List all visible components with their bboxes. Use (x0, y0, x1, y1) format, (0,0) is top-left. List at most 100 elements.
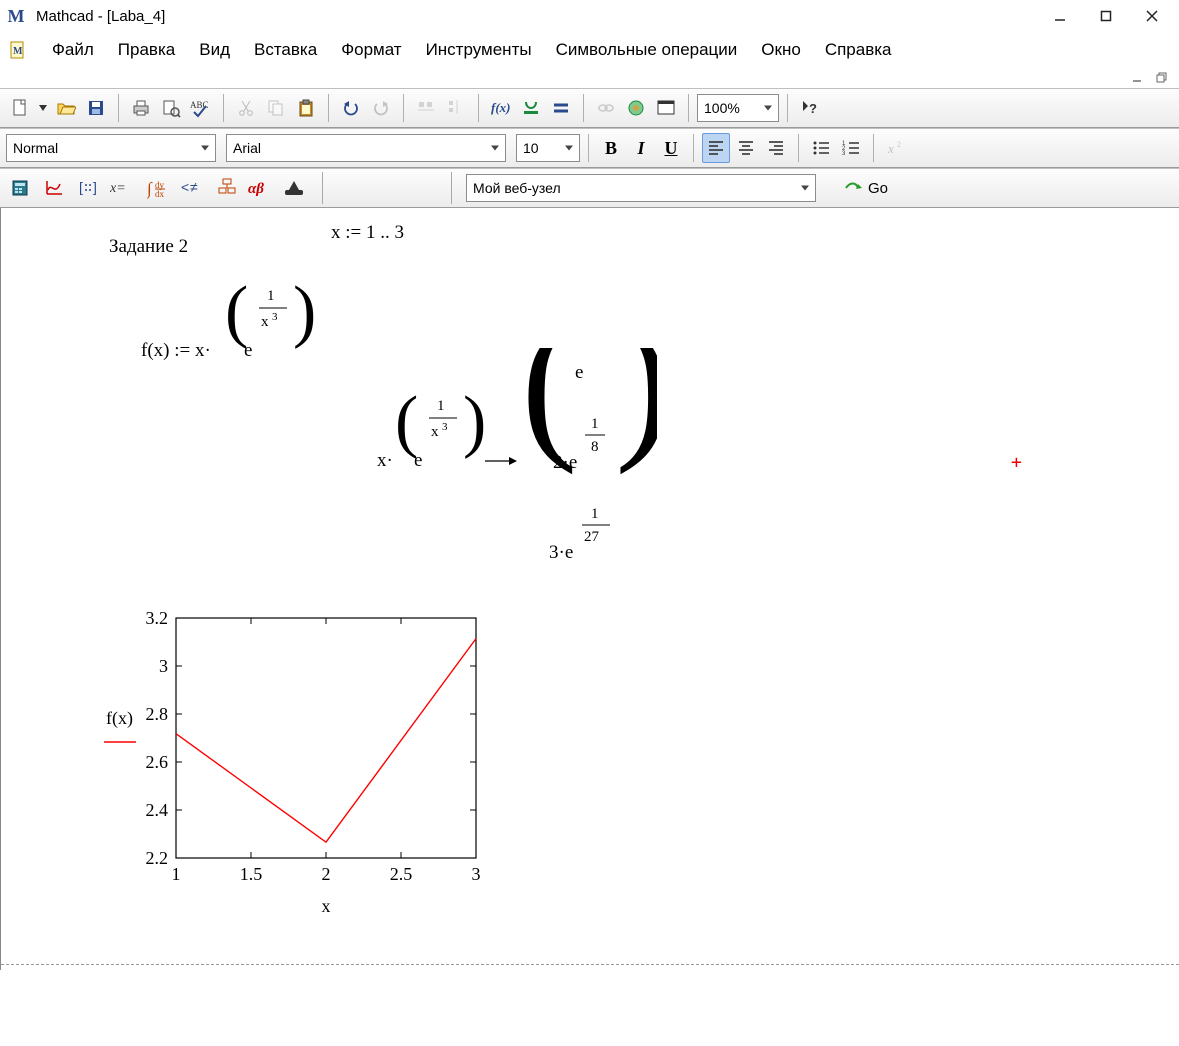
window-title: Mathcad - [Laba_4] (36, 8, 165, 25)
italic-button[interactable]: I (627, 133, 655, 163)
bullet-list-button[interactable] (807, 133, 835, 163)
svg-text:x=: x= (110, 181, 126, 196)
numbered-list-button[interactable]: 123 (837, 133, 865, 163)
align-regions-button[interactable] (412, 93, 440, 123)
calculus-toolbar-button[interactable]: ∫dydx (144, 173, 172, 203)
calculate-button[interactable] (547, 93, 575, 123)
page-break-indicator (1, 950, 1179, 970)
boolean-toolbar-button[interactable]: <≠ (178, 173, 206, 203)
mdi-minimize-button[interactable] (1129, 69, 1147, 87)
component-button[interactable] (622, 93, 650, 123)
graph-toolbar-button[interactable] (40, 173, 68, 203)
svg-text:1: 1 (591, 506, 599, 522)
calculator-toolbar-button[interactable] (6, 173, 34, 203)
separator-icon (451, 172, 452, 204)
mdi-restore-button[interactable] (1153, 69, 1171, 87)
zoom-select[interactable]: 100% (697, 94, 779, 122)
programming-toolbar-button[interactable] (212, 173, 240, 203)
matrix-toolbar-button[interactable]: [] (74, 173, 102, 203)
symbolic-toolbar-button[interactable] (280, 173, 308, 203)
svg-text:1.5: 1.5 (240, 864, 263, 884)
menu-symbolics[interactable]: Символьные операции (544, 36, 750, 64)
svg-text:x: x (431, 424, 439, 440)
go-label: Go (868, 180, 888, 197)
task-title-region[interactable]: Задание 2 (109, 236, 188, 258)
save-button[interactable] (82, 93, 110, 123)
help-context-button[interactable]: ? (796, 93, 824, 123)
minimize-button[interactable] (1037, 1, 1083, 31)
close-button[interactable] (1129, 1, 1175, 31)
svg-text:x: x (261, 314, 269, 330)
cut-button[interactable] (232, 93, 260, 123)
svg-text:2: 2 (897, 140, 901, 149)
open-button[interactable] (52, 93, 80, 123)
svg-text:<: < (181, 179, 189, 195)
plot-region[interactable]: 11.522.532.22.42.62.833.2xf(x) (96, 608, 496, 918)
greek-toolbar-button[interactable]: αβ (246, 173, 274, 203)
svg-text:1: 1 (437, 398, 445, 414)
evaluation-toolbar-button[interactable]: x= (108, 173, 138, 203)
fullscreen-button[interactable] (652, 93, 680, 123)
svg-text:M: M (13, 46, 23, 57)
align-down-button[interactable] (442, 93, 470, 123)
menu-help[interactable]: Справка (813, 36, 904, 64)
svg-text:3: 3 (472, 864, 481, 884)
maximize-button[interactable] (1083, 1, 1129, 31)
insert-unit-button[interactable] (517, 93, 545, 123)
print-button[interactable] (127, 93, 155, 123)
menu-format[interactable]: Формат (329, 36, 413, 64)
svg-text:x: x (322, 896, 331, 916)
separator-icon (588, 134, 589, 162)
align-center-button[interactable] (732, 133, 760, 163)
paste-button[interactable] (292, 93, 320, 123)
document-icon: M (6, 38, 30, 62)
font-size-select[interactable]: 10 (516, 134, 580, 162)
separator-icon (693, 134, 694, 162)
style-select[interactable]: Normal (6, 134, 216, 162)
menu-view[interactable]: Вид (187, 36, 242, 64)
worksheet[interactable]: Задание 2 x := 1 .. 3 f(x) := x· ( ) e 1… (0, 208, 1179, 970)
svg-text:e: e (244, 340, 252, 361)
svg-text:e: e (575, 362, 583, 383)
svg-text:3: 3 (159, 656, 168, 676)
svg-text:αβ: αβ (248, 181, 264, 197)
align-left-button[interactable] (702, 133, 730, 163)
go-button[interactable]: Go (838, 173, 894, 203)
bold-button[interactable]: B (597, 133, 625, 163)
web-address-select[interactable]: Мой веб-узел (466, 174, 816, 202)
hyperlink-button[interactable] (592, 93, 620, 123)
svg-text:): ) (615, 348, 657, 475)
copy-button[interactable] (262, 93, 290, 123)
svg-text:): ) (293, 278, 316, 350)
underline-button[interactable]: U (657, 133, 685, 163)
svg-text:f(x) := x·: f(x) := x· (141, 340, 211, 361)
standard-toolbar: ABC f(x) 100% ? (0, 88, 1179, 128)
x-range-region[interactable]: x := 1 .. 3 (331, 222, 404, 244)
undo-button[interactable] (337, 93, 365, 123)
insertion-cursor-icon: + (1011, 452, 1022, 473)
font-value: Arial (233, 140, 261, 156)
fx-definition-region[interactable]: f(x) := x· ( ) e 1 x 3 (141, 278, 341, 394)
font-select[interactable]: Arial (226, 134, 506, 162)
svg-text:x·: x· (377, 450, 393, 471)
print-preview-button[interactable] (157, 93, 185, 123)
menu-edit[interactable]: Правка (106, 36, 187, 64)
new-button[interactable] (6, 93, 34, 123)
svg-text:3: 3 (842, 151, 846, 157)
insert-function-button[interactable]: f(x) (487, 93, 515, 123)
symbolic-eval-region[interactable]: x· ( ) e 1 x 3 ( ) e 2·e 1 8 3·e 1 27 (377, 348, 657, 594)
separator-icon (688, 94, 689, 122)
menu-file[interactable]: Файл (40, 36, 106, 64)
svg-text:2.6: 2.6 (146, 752, 169, 772)
svg-text:≠: ≠ (190, 179, 198, 195)
menu-tools[interactable]: Инструменты (414, 36, 544, 64)
spellcheck-button[interactable]: ABC (187, 93, 215, 123)
align-right-button[interactable] (762, 133, 790, 163)
menu-window[interactable]: Окно (749, 36, 813, 64)
new-dropdown-button[interactable] (36, 93, 50, 123)
redo-button[interactable] (367, 93, 395, 123)
zoom-value: 100% (704, 100, 740, 116)
math-toolbar: [] x= ∫dydx <≠ αβ Мой веб-узел Go (0, 168, 1179, 208)
superscript-button[interactable]: x2 (882, 133, 910, 163)
menu-insert[interactable]: Вставка (242, 36, 329, 64)
